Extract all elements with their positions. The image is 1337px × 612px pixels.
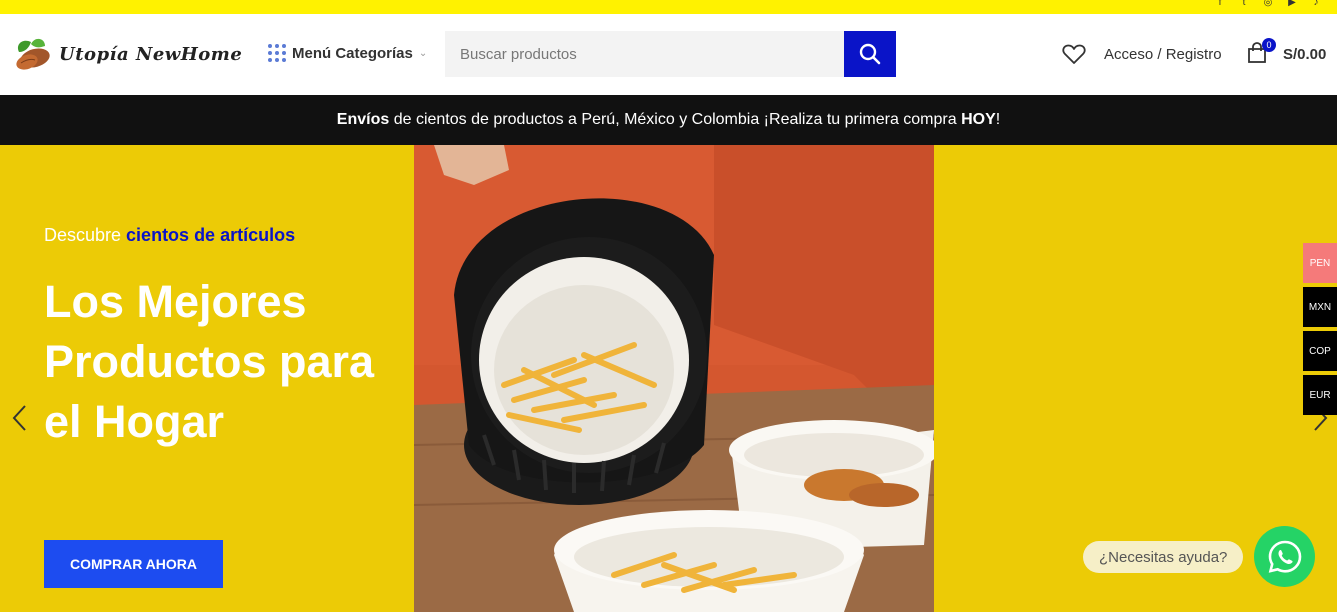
search-bar (445, 31, 896, 77)
hero-product-image (414, 145, 934, 612)
promo-text: de cientos de productos a Perú, México y… (389, 111, 962, 128)
currency-eur-button[interactable]: EUR (1303, 375, 1337, 415)
chevron-down-icon: ⌄ (418, 47, 428, 59)
wishlist-heart-icon[interactable] (1062, 43, 1086, 65)
site-header: Utopía NewHome Menú Categorías ⌄ Acceso … (0, 14, 1337, 95)
hero-title: Los Mejores Productos para el Hogar (44, 276, 375, 447)
currency-cop-button[interactable]: COP (1303, 331, 1337, 371)
social-links: f t ◎ ▶ ♪ (1213, 0, 1323, 9)
whatsapp-icon (1268, 540, 1301, 573)
twitter-icon[interactable]: t (1237, 0, 1251, 9)
login-register-link[interactable]: Acceso / Registro (1104, 46, 1222, 63)
currency-pen-label: PEN (1309, 257, 1331, 269)
search-button[interactable] (844, 31, 896, 77)
promo-tail: ! (995, 111, 1001, 128)
instagram-icon[interactable]: ◎ (1261, 0, 1275, 9)
slider-prev-arrow-icon[interactable] (10, 403, 30, 433)
hero-kicker-highlight: cientos de artículos (126, 225, 296, 245)
facebook-icon[interactable]: f (1213, 0, 1227, 9)
shop-now-button[interactable]: COMPRAR AHORA (44, 540, 223, 588)
currency-cop-label: COP (1309, 345, 1331, 357)
help-bubble[interactable]: ¿Necesitas ayuda? (1083, 541, 1244, 573)
currency-mxn-button[interactable]: MXN (1303, 287, 1337, 327)
currency-eur-label: EUR (1309, 389, 1331, 401)
cart-total[interactable]: S/0.00 (1283, 46, 1326, 63)
categories-menu-label: Menú Categorías (292, 44, 413, 62)
whatsapp-button[interactable] (1254, 526, 1315, 587)
hero-kicker: Descubre cientos de artículos (44, 225, 295, 246)
logo-text: Utopía NewHome (59, 43, 243, 65)
currency-mxn-label: MXN (1308, 301, 1332, 313)
youtube-icon[interactable]: ▶ (1285, 0, 1299, 9)
search-input[interactable] (445, 31, 844, 77)
promo-strong-start: Envíos (336, 111, 390, 128)
tiktok-icon[interactable]: ♪ (1309, 0, 1323, 9)
promo-banner: Envíos de cientos de productos a Perú, M… (0, 95, 1337, 145)
site-logo[interactable]: Utopía NewHome (13, 36, 242, 72)
hero-kicker-plain: Descubre (44, 225, 127, 245)
grid-dots-icon (268, 44, 286, 62)
almond-logo-icon (16, 38, 50, 70)
currency-pen-button[interactable]: PEN (1303, 243, 1337, 283)
categories-menu[interactable]: Menú Categorías ⌄ (268, 44, 427, 62)
promo-strong-end: HOY (961, 111, 996, 128)
cart-count-badge: 0 (1262, 38, 1276, 52)
search-icon (859, 43, 881, 65)
top-bar: f t ◎ ▶ ♪ (0, 0, 1337, 14)
cart-button[interactable]: 0 (1247, 38, 1276, 66)
